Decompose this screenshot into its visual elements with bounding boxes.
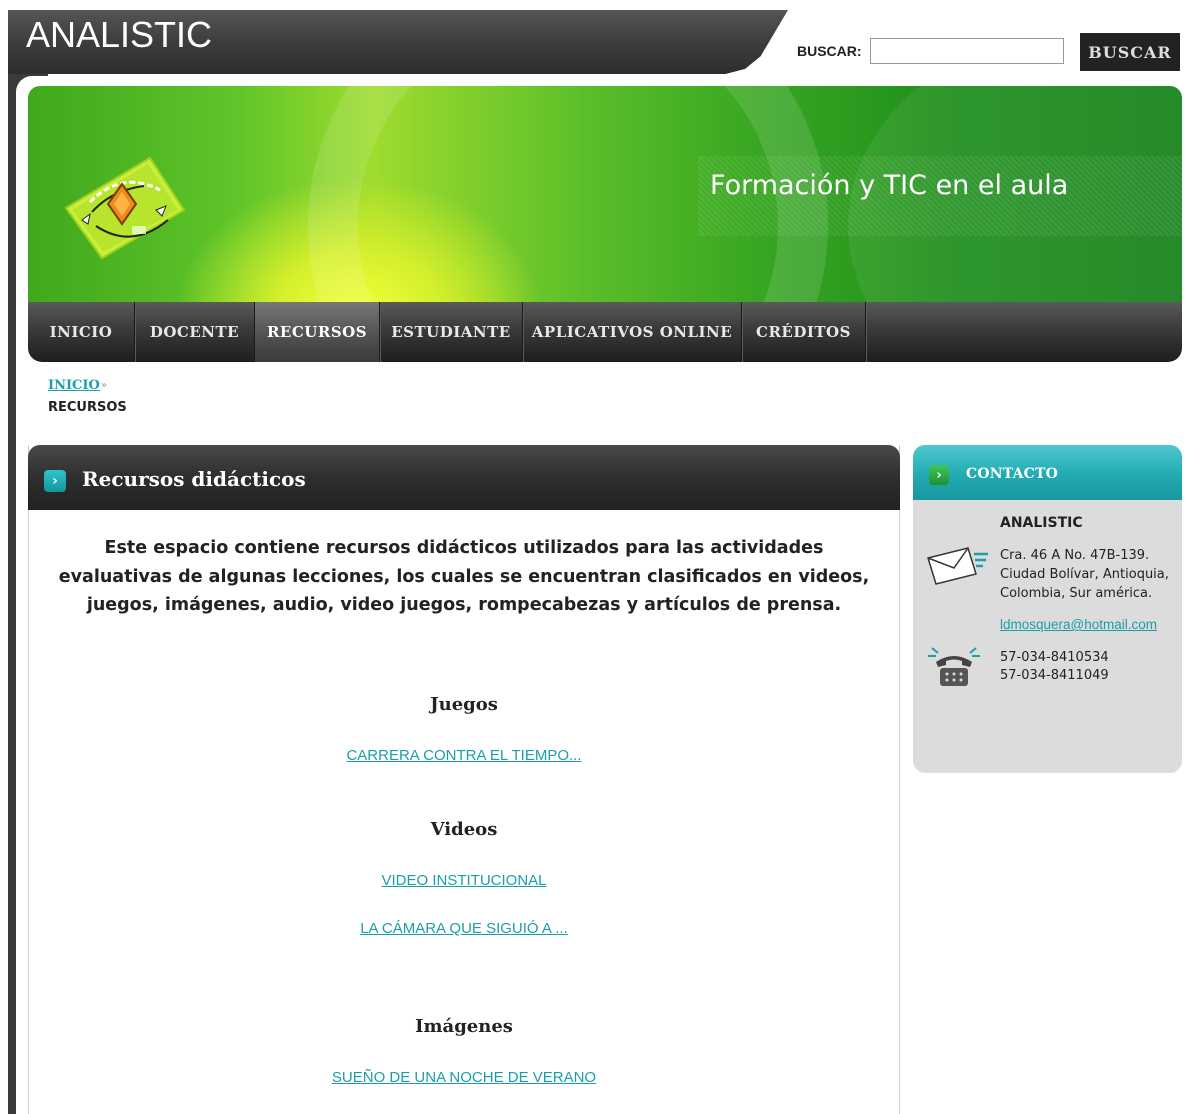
intro-text: Este espacio contiene recursos didáctico… (58, 538, 870, 615)
banner-caption: Formación y TIC en el aula (710, 170, 1069, 201)
contact-phone: 57-034-8410534 (1000, 650, 1109, 665)
contact-org: ANALISTIC (1000, 515, 1083, 531)
resource-link[interactable]: CARRERA CONTRA EL TIEMPO... (28, 747, 900, 764)
mail-icon (927, 547, 988, 585)
site-title[interactable]: ANALISTIC (26, 14, 212, 56)
logo-icon (64, 156, 186, 260)
nav-item-docente[interactable]: DOCENTE (135, 302, 255, 362)
nav-item-creditos[interactable]: CRÉDITOS (742, 302, 866, 362)
breadcrumb-home-link[interactable]: INICIO (48, 378, 100, 393)
banner: Formación y TIC en el aula (28, 86, 1182, 302)
search-button[interactable]: BUSCAR (1080, 33, 1180, 71)
nav-item-estudiante[interactable]: ESTUDIANTE (380, 302, 523, 362)
phone-icon (928, 647, 980, 686)
section-title-imagenes: Imágenes (415, 1016, 513, 1037)
resource-link[interactable]: LA CÁMARA QUE SIGUIÓ A ... (28, 920, 900, 937)
section-title-juegos: Juegos (430, 694, 498, 715)
contact-address-line: Colombia, Sur américa. (1000, 586, 1153, 601)
page-frame (8, 10, 16, 1114)
search-label: BUSCAR: (797, 43, 862, 59)
nav-item-inicio[interactable]: INICIO (28, 302, 135, 362)
contact-phones: 57-034-8410534 57-034-8411049 (1000, 649, 1109, 685)
contact-address: Cra. 46 A No. 47B-139. Ciudad Bolívar, A… (1000, 546, 1169, 603)
nav-item-aplicativos-online[interactable]: APLICATIVOS ONLINE (523, 302, 742, 362)
main-title: Recursos didácticos (82, 467, 306, 491)
contact-title: CONTACTO (966, 466, 1059, 482)
contact-address-line: Ciudad Bolívar, Antioquia, (1000, 567, 1169, 582)
resource-link[interactable]: VIDEO INSTITUCIONAL (28, 872, 900, 889)
breadcrumb-current: RECURSOS (48, 400, 127, 415)
contact-address-line: Cra. 46 A No. 47B-139. (1000, 548, 1150, 563)
resource-link[interactable]: SUEÑO DE UNA NOCHE DE VERANO (28, 1069, 900, 1086)
section-title-videos: Videos (430, 819, 498, 840)
main-nav: INICIO DOCENTE RECURSOS ESTUDIANTE APLIC… (28, 302, 1182, 362)
breadcrumb-separator: » (101, 380, 108, 391)
contact-email-link[interactable]: ldmosquera@hotmail.com (1000, 617, 1157, 632)
nav-item-recursos[interactable]: RECURSOS (255, 302, 380, 362)
search-input[interactable] (870, 38, 1064, 64)
chevron-right-icon: › (44, 470, 66, 492)
chevron-right-icon: › (929, 465, 949, 485)
contact-phone: 57-034-8411049 (1000, 668, 1109, 683)
